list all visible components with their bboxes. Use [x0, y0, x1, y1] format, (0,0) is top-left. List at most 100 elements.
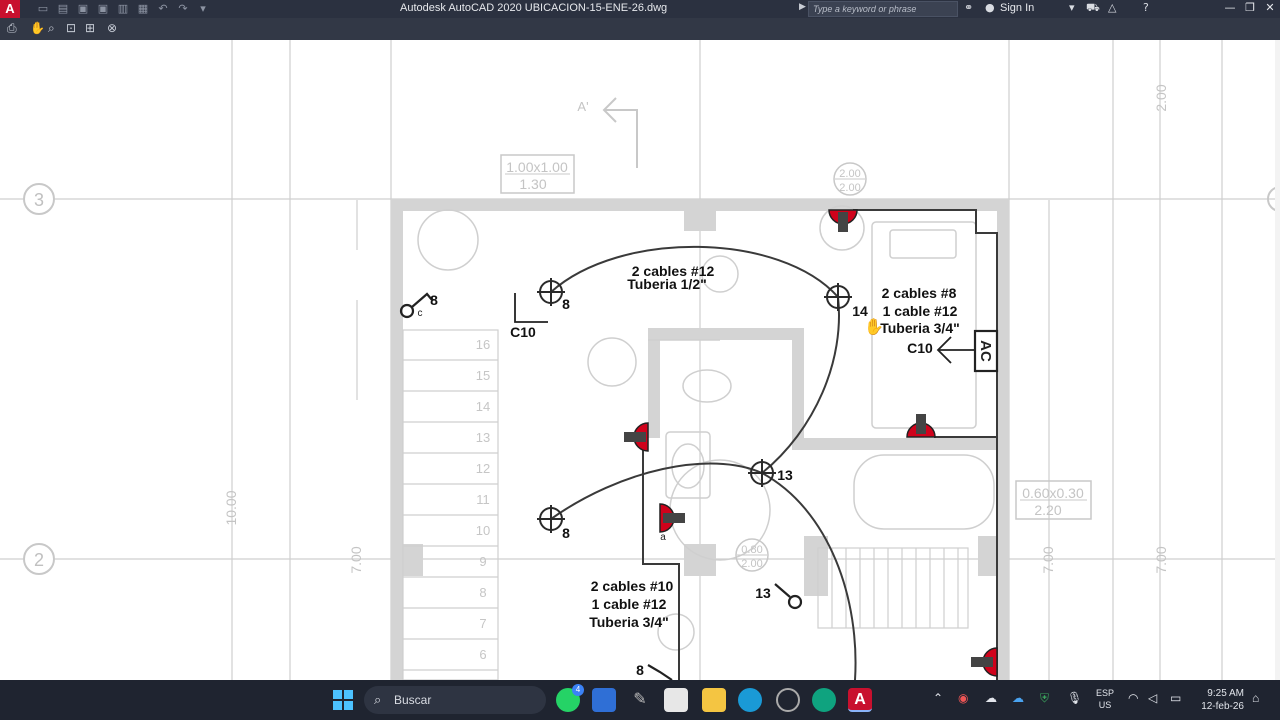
save-as-icon[interactable]: ▣ — [96, 2, 110, 15]
redo-icon[interactable]: ↷ — [176, 2, 190, 15]
language-indicator[interactable]: ESP US — [1096, 687, 1114, 711]
stair-step: 10 — [476, 523, 490, 538]
undo-icon[interactable]: ↶ — [156, 2, 170, 15]
antivirus-icon[interactable]: ◉ — [958, 691, 968, 705]
search-icon: ⌕ — [374, 692, 382, 707]
zoom-icon[interactable]: ⌕ — [48, 21, 55, 36]
c10-arrow-b — [936, 336, 975, 364]
svg-text:2: 2 — [34, 550, 44, 570]
sign-in-button[interactable]: Sign In — [1000, 2, 1034, 14]
zoom-extents-icon[interactable]: ⊞ — [85, 21, 95, 35]
svg-text:8: 8 — [562, 296, 570, 312]
autocad-logo-icon[interactable]: A — [0, 0, 20, 18]
open-icon[interactable]: ▤ — [56, 2, 70, 15]
window-title: Autodesk AutoCAD 2020 UBICACION-15-ENE-2… — [400, 2, 668, 14]
switch-c — [399, 292, 433, 319]
ac-box: AC — [973, 329, 999, 373]
taskbar: ⌕ Buscar 4 ✎ A ⌃ ◉ ☁ ☁ ⛨ 🎙 ESP US ◠ ◁ ▭ … — [0, 680, 1280, 720]
window-tag-1: 1.00x1.00 1.30 — [500, 154, 575, 194]
svg-text:C10: C10 — [907, 340, 933, 356]
autocad-taskbar-icon[interactable]: A — [848, 688, 872, 712]
wifi-icon[interactable]: ◠ — [1128, 691, 1138, 705]
clock[interactable]: 9:25 AM 12-feb-26 — [1196, 687, 1244, 713]
signin-dropdown-icon[interactable]: ▾ — [1069, 1, 1075, 14]
taskbar-search-input[interactable]: ⌕ Buscar — [364, 686, 546, 714]
plot-icon[interactable]: ▥ — [116, 2, 130, 15]
edge-icon[interactable] — [738, 688, 762, 712]
svg-text:13: 13 — [755, 585, 771, 601]
windows-start-icon[interactable] — [331, 688, 355, 712]
window-tag-3: 0.60x0.30 2.20 — [1015, 480, 1092, 520]
a360-icon[interactable]: △ — [1108, 1, 1116, 14]
title-bar: A ▭ ▤ ▣ ▣ ▥ ▦ ↶ ↷ ▾ Autodesk AutoCAD 202… — [0, 0, 1280, 18]
svg-text:Tuberia 1/2": Tuberia 1/2" — [627, 276, 707, 292]
stair-step: 16 — [476, 337, 490, 352]
search-input[interactable]: Type a keyword or phrase — [808, 1, 958, 17]
minimize-icon[interactable]: — — [1220, 1, 1240, 14]
notifications-icon[interactable]: ⌂ — [1252, 691, 1259, 705]
stair-step: 15 — [476, 368, 490, 383]
stair-step: 14 — [476, 399, 490, 414]
whatsapp-icon[interactable]: 4 — [556, 684, 584, 712]
dim-label: 10.00 — [223, 490, 239, 525]
quick-access-toolbar: ▭ ▤ ▣ ▣ ▥ ▦ ↶ ↷ ▾ — [36, 2, 210, 15]
zoom-window-icon[interactable]: ⊡ — [66, 21, 76, 35]
print-icon[interactable]: ▦ — [136, 2, 150, 15]
stair-step: 9 — [479, 554, 486, 569]
svg-text:8: 8 — [636, 662, 644, 678]
ceiling-light-8b — [537, 505, 565, 533]
user-icon[interactable]: ● — [985, 1, 995, 14]
chatgpt-icon[interactable] — [776, 688, 800, 712]
battery-icon[interactable]: ▭ — [1170, 691, 1181, 705]
c10-arrow-a — [514, 293, 548, 323]
tray-expand-icon[interactable]: ⌃ — [933, 691, 943, 705]
plot-preview-icon[interactable]: ⎙ — [7, 21, 17, 36]
volume-icon[interactable]: ◁ — [1148, 691, 1157, 705]
outlet-left — [624, 422, 649, 452]
binoculars-icon[interactable]: ⚭ — [964, 1, 973, 14]
mail-icon[interactable] — [592, 688, 616, 712]
clock-date: 12-feb-26 — [1201, 701, 1244, 712]
language-code: ESP — [1096, 688, 1115, 698]
cart-icon[interactable]: ⛟ — [1086, 1, 1100, 16]
file-explorer-icon[interactable] — [702, 688, 726, 712]
dim-label: 7.00 — [348, 546, 364, 573]
svg-text:8: 8 — [430, 292, 438, 308]
cloud-icon[interactable]: ☁ — [985, 691, 997, 705]
outlet-a-label: a — [660, 532, 666, 543]
restore-icon[interactable]: ❐ — [1240, 1, 1260, 14]
svg-text:0.80: 0.80 — [741, 544, 762, 556]
close-preview-icon[interactable]: ⊗ — [107, 21, 117, 35]
microphone-icon[interactable]: 🎙 — [1067, 691, 1082, 705]
svg-text:Tuberia 3/4": Tuberia 3/4" — [589, 614, 669, 630]
svg-text:2.00: 2.00 — [839, 168, 860, 180]
svg-text:A': A' — [577, 99, 588, 114]
svg-text:2 cables #8: 2 cables #8 — [882, 285, 957, 301]
drawing-canvas[interactable]: 3 2 16 15 14 13 12 11 10 9 8 7 6 1.00x1.… — [0, 40, 1280, 680]
onedrive-icon[interactable]: ☁ — [1012, 691, 1024, 705]
svg-text:2.20: 2.20 — [1034, 502, 1061, 518]
search-expand-icon[interactable]: ▶ — [799, 2, 806, 12]
svg-text:2.00: 2.00 — [839, 182, 860, 194]
dropdown-icon[interactable]: ▾ — [196, 2, 210, 15]
canvas-scrollbar[interactable] — [1275, 40, 1280, 680]
close-icon[interactable]: ✕ — [1260, 1, 1280, 14]
dim-label: 7.00 — [1040, 546, 1056, 573]
outlet-top — [828, 209, 858, 232]
save-icon[interactable]: ▣ — [76, 2, 90, 15]
pan-icon[interactable]: ✋ — [30, 21, 45, 35]
svg-text:3: 3 — [34, 190, 44, 210]
section-mark: A' — [577, 97, 638, 168]
stair-step: 12 — [476, 461, 490, 476]
edge-dev-icon[interactable] — [812, 688, 836, 712]
pen-icon[interactable]: ✎ — [628, 688, 652, 712]
switch-c-label: c — [418, 308, 423, 319]
dim-label: 2.00 — [1153, 84, 1169, 111]
help-icon[interactable]: ? — [1143, 1, 1149, 14]
notepad-icon[interactable] — [664, 688, 688, 712]
security-icon[interactable]: ⛨ — [1040, 691, 1049, 706]
new-icon[interactable]: ▭ — [36, 2, 50, 15]
stair-step: 7 — [479, 616, 486, 631]
svg-text:0.60x0.30: 0.60x0.30 — [1022, 485, 1084, 501]
whatsapp-badge: 4 — [572, 684, 584, 696]
